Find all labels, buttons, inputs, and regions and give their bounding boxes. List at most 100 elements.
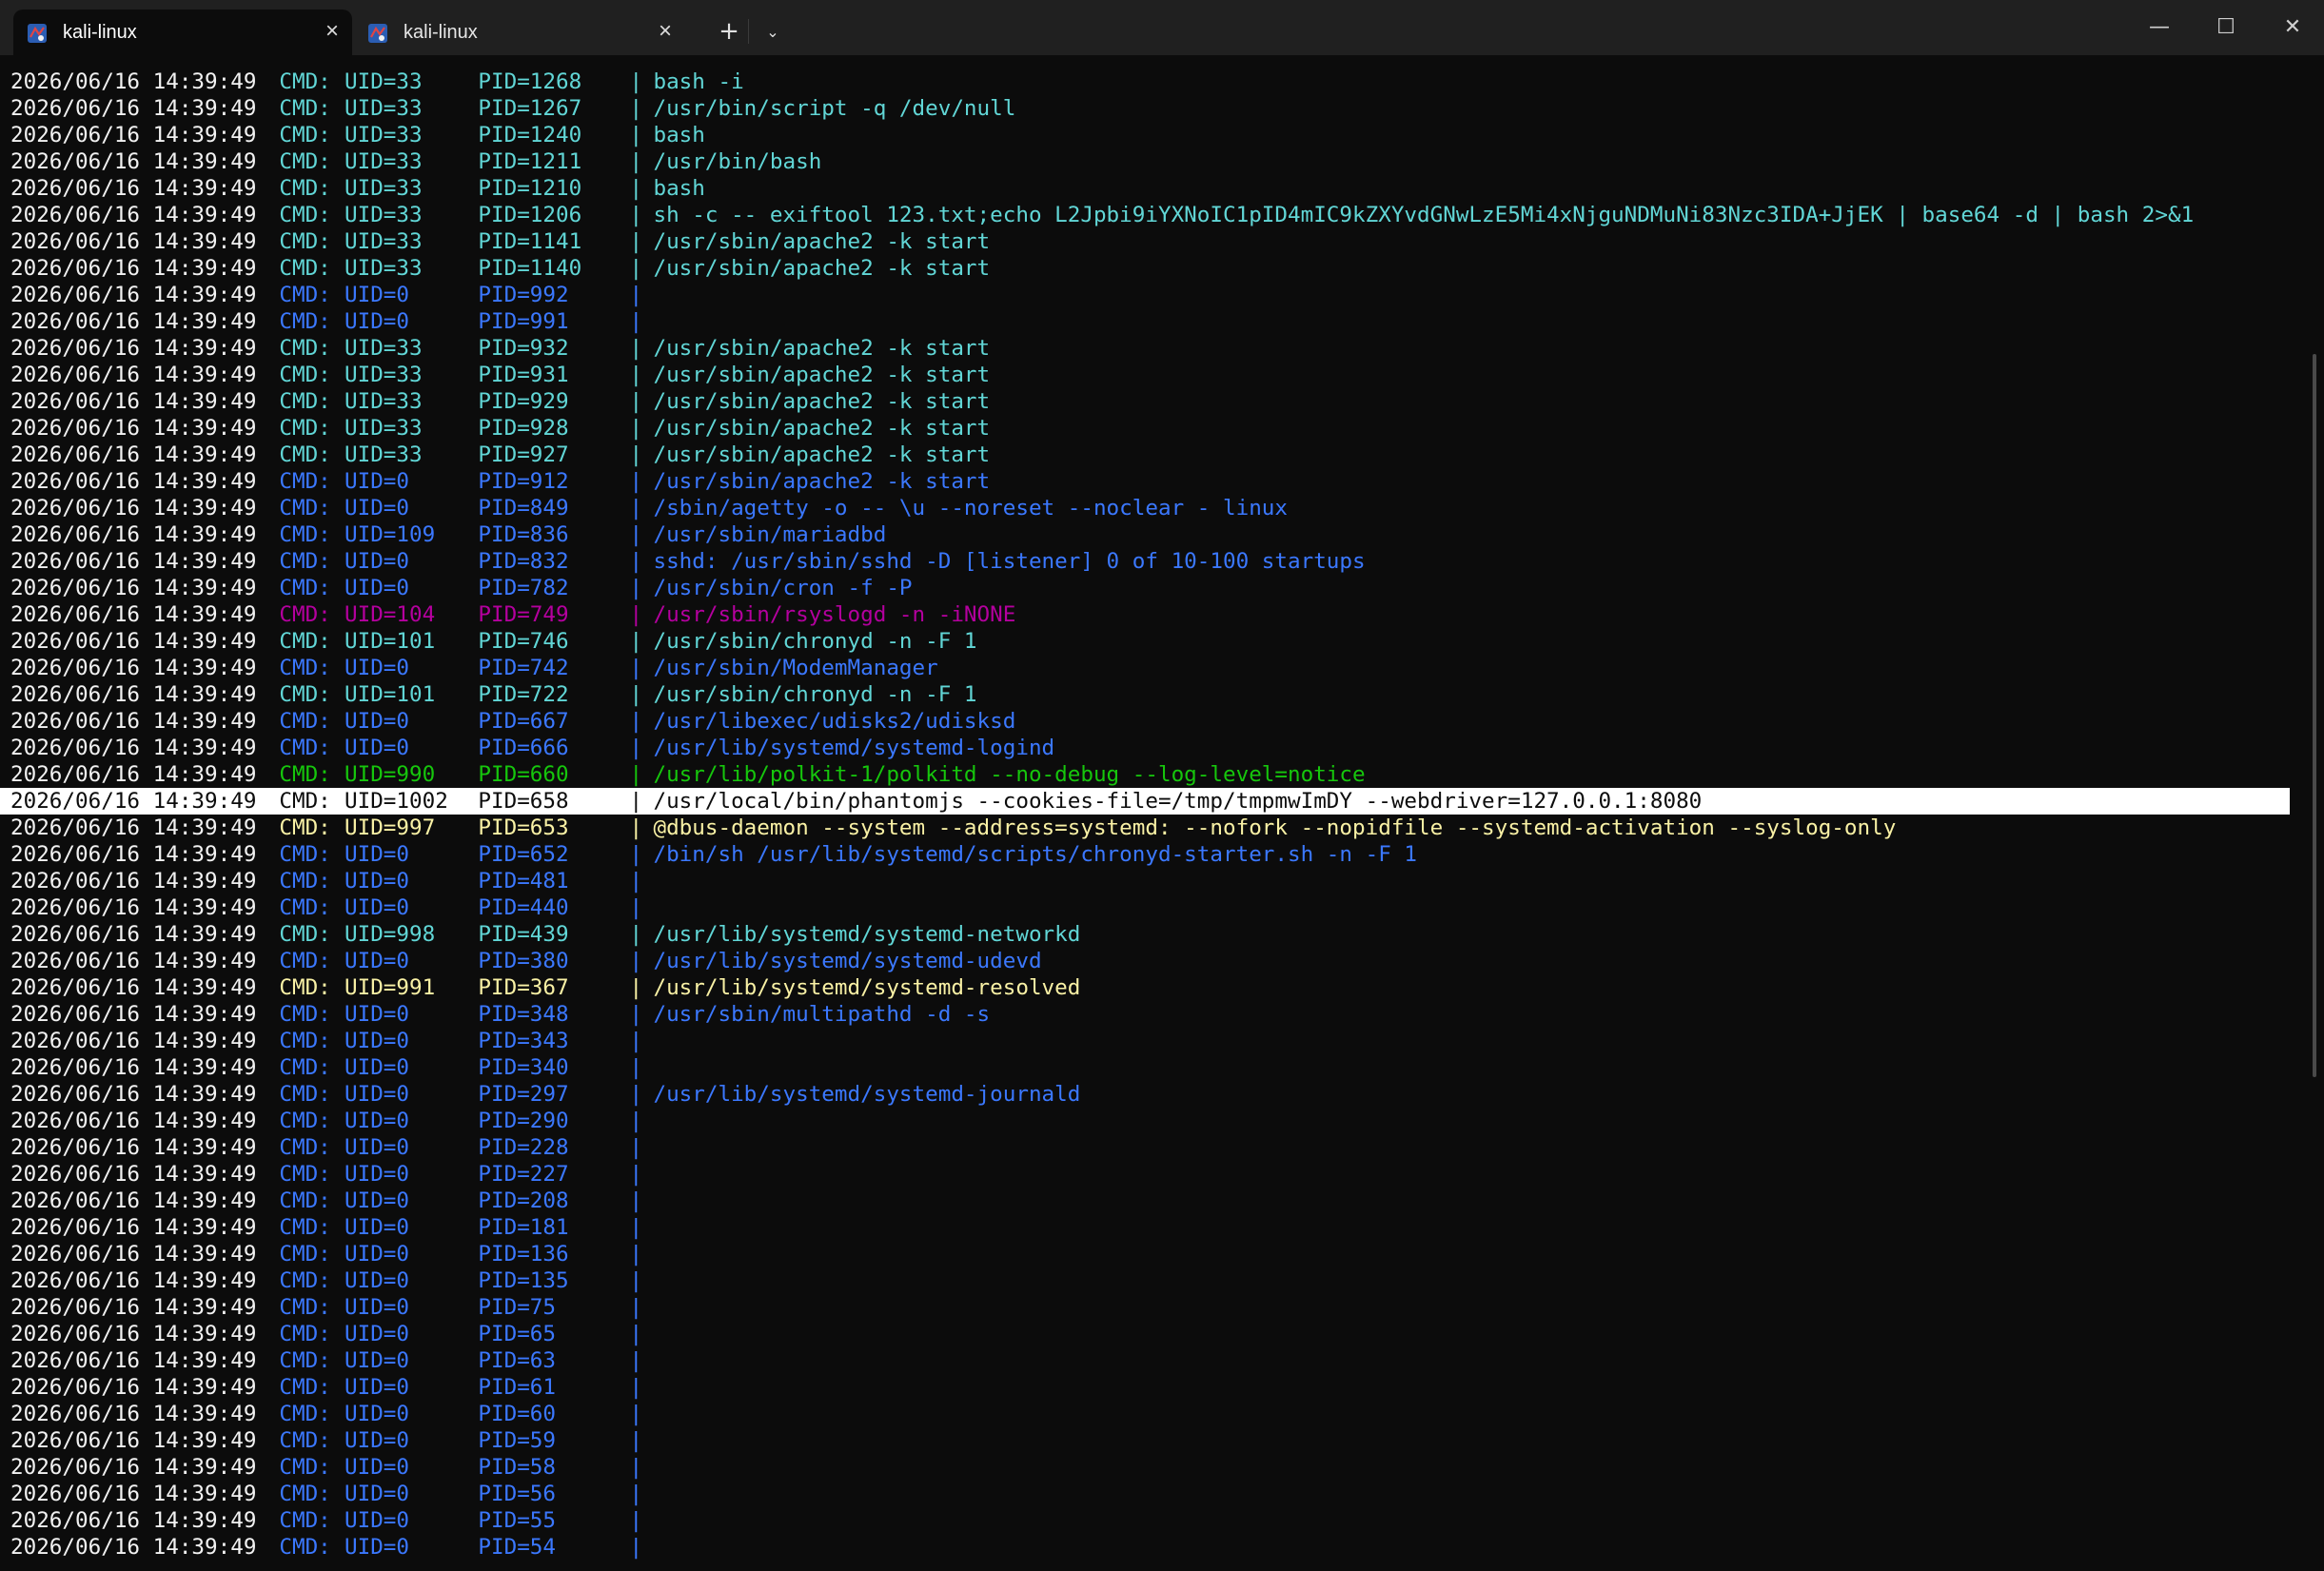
line-ts: 2026/06/16 14:39:49 [10, 842, 257, 867]
terminal-line: 2026/06/16 14:39:49 CMD: UID=0 PID=912 | /usr… [0, 468, 2301, 495]
line-pid: PID=667 [478, 709, 569, 734]
line-cmd: CMD: [279, 1002, 331, 1027]
tab-kali-linux-active[interactable]: kali-linux × [13, 10, 352, 55]
terminal-line: 2026/06/16 14:39:49 CMD: UID=0 PID=481 | [0, 868, 2301, 894]
line-uid: UID=0 [345, 1215, 410, 1240]
line-cmd: CMD: [279, 629, 331, 654]
line-pid: PID=58 [478, 1455, 557, 1480]
line-pid: PID=1140 [478, 256, 582, 281]
line-sep: | [629, 256, 643, 281]
terminal-line: 2026/06/16 14:39:49 CMD: UID=0 PID=208 | [0, 1188, 2301, 1214]
line-uid: UID=33 [345, 69, 423, 94]
line-command: /usr/sbin/apache2 -k start [653, 336, 991, 361]
terminal-line: 2026/06/16 14:39:49 CMD: UID=0 PID=832 | sshd… [0, 548, 2301, 575]
line-ts: 2026/06/16 14:39:49 [10, 1508, 257, 1533]
line-pid: PID=1268 [478, 69, 582, 94]
line-cmd: CMD: [279, 576, 331, 600]
line-sep: | [629, 416, 643, 441]
close-window-button[interactable]: ✕ [2269, 8, 2316, 46]
terminal-line: 2026/06/16 14:39:49 CMD: UID=0 PID=63 | [0, 1347, 2301, 1374]
line-ts: 2026/06/16 14:39:49 [10, 1162, 257, 1187]
line-uid: UID=109 [345, 522, 436, 547]
line-uid: UID=990 [345, 762, 436, 787]
line-command: /bin/sh /usr/lib/systemd/scripts/chronyd… [653, 842, 1418, 867]
line-cmd: CMD: [279, 682, 331, 707]
line-ts: 2026/06/16 14:39:49 [10, 1242, 257, 1267]
line-sep: | [629, 1322, 643, 1346]
close-icon[interactable]: × [325, 20, 339, 43]
terminal-line: 2026/06/16 14:39:49 CMD: UID=0 PID=54 | [0, 1534, 2301, 1561]
line-command: /usr/sbin/apache2 -k start [653, 416, 991, 441]
line-uid: UID=0 [345, 869, 410, 894]
line-command: /usr/sbin/mariadbd [653, 522, 887, 547]
terminal-line: 2026/06/16 14:39:49 CMD: UID=33 PID=1210 | ba… [0, 175, 2301, 202]
line-sep: | [629, 283, 643, 307]
line-cmd: CMD: [279, 975, 331, 1000]
line-command: bash [653, 123, 705, 147]
line-sep: | [629, 442, 643, 467]
line-pid: PID=348 [478, 1002, 569, 1027]
line-sep: | [629, 1482, 643, 1506]
line-command: /usr/sbin/cron -f -P [653, 576, 913, 600]
terminal-line: 2026/06/16 14:39:49 CMD: UID=997 PID=653 | @d… [0, 815, 2301, 841]
line-pid: PID=367 [478, 975, 569, 1000]
line-sep: | [629, 656, 643, 680]
line-pid: PID=658 [478, 789, 569, 814]
scrollbar-thumb[interactable] [2313, 354, 2316, 1077]
line-ts: 2026/06/16 14:39:49 [10, 1348, 257, 1373]
line-command: /usr/bin/script -q /dev/null [653, 96, 1016, 121]
line-cmd: CMD: [279, 1242, 331, 1267]
terminal-output[interactable]: 2026/06/16 14:39:49 CMD: UID=33 PID=1268 | ba… [0, 69, 2301, 1571]
line-ts: 2026/06/16 14:39:49 [10, 736, 257, 760]
line-ts: 2026/06/16 14:39:49 [10, 629, 257, 654]
line-cmd: CMD: [279, 789, 331, 814]
line-pid: PID=75 [478, 1295, 557, 1320]
line-cmd: CMD: [279, 1348, 331, 1373]
line-pid: PID=666 [478, 736, 569, 760]
chevron-down-icon[interactable]: ⌄ [756, 15, 790, 48]
line-command: /usr/sbin/rsyslogd -n -iNONE [653, 602, 1016, 627]
line-ts: 2026/06/16 14:39:49 [10, 1109, 257, 1133]
line-ts: 2026/06/16 14:39:49 [10, 789, 257, 814]
scrollbar[interactable] [2311, 69, 2320, 1571]
line-ts: 2026/06/16 14:39:49 [10, 229, 257, 254]
line-pid: PID=722 [478, 682, 569, 707]
line-ts: 2026/06/16 14:39:49 [10, 869, 257, 894]
line-uid: UID=33 [345, 389, 423, 414]
line-ts: 2026/06/16 14:39:49 [10, 1535, 257, 1560]
terminal-line: 2026/06/16 14:39:49 CMD: UID=0 PID=56 | [0, 1481, 2301, 1507]
line-cmd: CMD: [279, 1268, 331, 1293]
minimize-button[interactable]: — [2136, 8, 2183, 46]
line-cmd: CMD: [279, 416, 331, 441]
terminal-line: 2026/06/16 14:39:49 CMD: UID=33 PID=931 | /us… [0, 362, 2301, 388]
maximize-button[interactable]: ☐ [2202, 8, 2250, 46]
terminal-line: 2026/06/16 14:39:49 CMD: UID=0 PID=60 | [0, 1401, 2301, 1427]
terminal-line: 2026/06/16 14:39:49 CMD: UID=33 PID=928 | /us… [0, 415, 2301, 442]
line-cmd: CMD: [279, 922, 331, 947]
line-ts: 2026/06/16 14:39:49 [10, 576, 257, 600]
line-uid: UID=0 [345, 283, 410, 307]
line-uid: UID=0 [345, 496, 410, 520]
terminal-line: 2026/06/16 14:39:49 CMD: UID=0 PID=667 | /usr… [0, 708, 2301, 735]
line-pid: PID=63 [478, 1348, 557, 1373]
close-icon[interactable]: × [659, 20, 672, 43]
line-pid: PID=481 [478, 869, 569, 894]
tab-kali-linux[interactable]: kali-linux × [354, 10, 685, 55]
line-ts: 2026/06/16 14:39:49 [10, 1188, 257, 1213]
line-cmd: CMD: [279, 442, 331, 467]
line-uid: UID=997 [345, 815, 436, 840]
terminal-line: 2026/06/16 14:39:49 CMD: UID=0 PID=297 | /usr… [0, 1081, 2301, 1108]
terminal-line: 2026/06/16 14:39:49 CMD: UID=33 PID=927 | /us… [0, 442, 2301, 468]
terminal-line: 2026/06/16 14:39:49 CMD: UID=0 PID=782 | /usr… [0, 575, 2301, 601]
terminal-line: 2026/06/16 14:39:49 CMD: UID=990 PID=660 | /u… [0, 761, 2301, 788]
line-command: bash -i [653, 69, 744, 94]
line-uid: UID=0 [345, 1109, 410, 1133]
line-uid: UID=0 [345, 1428, 410, 1453]
tab-label: kali-linux [404, 22, 478, 43]
line-sep: | [629, 1188, 643, 1213]
new-tab-button[interactable]: + [712, 15, 746, 48]
line-command: /usr/sbin/apache2 -k start [653, 229, 991, 254]
line-sep: | [629, 1029, 643, 1053]
line-pid: PID=440 [478, 895, 569, 920]
line-uid: UID=101 [345, 629, 436, 654]
